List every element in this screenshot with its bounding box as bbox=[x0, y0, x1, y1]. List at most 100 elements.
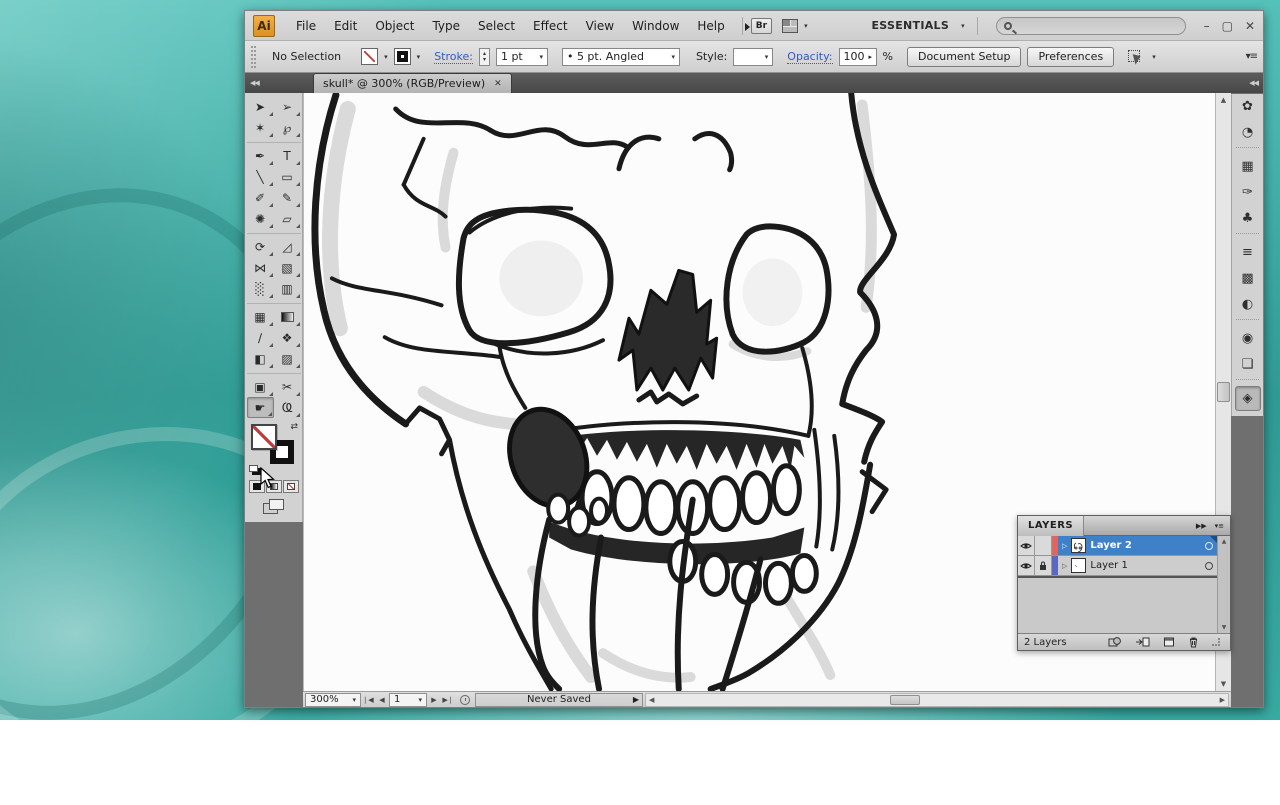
zoom-tool[interactable]: Ҩ bbox=[274, 397, 301, 418]
layers-panel-button[interactable]: ◈ bbox=[1235, 386, 1261, 411]
target-circle-icon[interactable] bbox=[1205, 562, 1213, 570]
close-button[interactable]: ✕ bbox=[1245, 19, 1255, 33]
save-status-field[interactable]: Never Saved ▶ bbox=[475, 693, 643, 707]
graphic-styles-panel-button[interactable]: ❏ bbox=[1235, 352, 1261, 377]
scroll-right-icon[interactable]: ▶ bbox=[1220, 696, 1225, 704]
next-artboard-button[interactable]: ▶ bbox=[427, 696, 441, 704]
panel-menu-icon[interactable]: ▾≡ bbox=[1215, 522, 1224, 530]
toolbar-collapse-bar[interactable]: ◀◀ bbox=[245, 73, 303, 93]
opacity-link[interactable]: Opacity: bbox=[787, 50, 832, 64]
menu-object[interactable]: Object bbox=[366, 15, 423, 37]
pencil-tool[interactable]: ✎ bbox=[274, 187, 301, 208]
visibility-toggle[interactable] bbox=[1018, 556, 1035, 575]
panel-resize-grip[interactable] bbox=[1212, 638, 1220, 646]
column-graph-tool[interactable]: ▥ bbox=[274, 278, 301, 299]
vertical-scroll-thumb[interactable] bbox=[1217, 382, 1230, 402]
horizontal-scroll-thumb[interactable] bbox=[890, 695, 920, 705]
lasso-tool[interactable]: ℘ bbox=[274, 117, 301, 138]
fill-color-swatch[interactable] bbox=[394, 48, 411, 65]
workspace-dropdown-icon[interactable]: ▾ bbox=[961, 22, 965, 30]
stroke-panel-button[interactable]: ≡ bbox=[1235, 240, 1261, 265]
paintbrush-tool[interactable]: ✐ bbox=[247, 187, 274, 208]
scroll-down-icon[interactable]: ▼ bbox=[1221, 677, 1226, 691]
scroll-left-icon[interactable]: ◀ bbox=[649, 696, 654, 704]
stroke-weight-link[interactable]: Stroke: bbox=[434, 50, 473, 64]
menu-effect[interactable]: Effect bbox=[524, 15, 577, 37]
layers-tab[interactable]: LAYERS bbox=[1018, 516, 1084, 536]
scale-tool[interactable]: ◿ bbox=[274, 236, 301, 257]
artboard-number-select[interactable]: 1▾ bbox=[389, 693, 427, 707]
search-input[interactable] bbox=[996, 17, 1186, 35]
horizontal-scrollbar[interactable]: ◀ ▶ bbox=[645, 693, 1229, 707]
none-button[interactable] bbox=[283, 480, 299, 493]
scroll-down-icon[interactable]: ▼ bbox=[1222, 624, 1227, 631]
appearance-panel-button[interactable]: ◉ bbox=[1235, 326, 1261, 351]
width-tool[interactable]: ⋈ bbox=[247, 257, 274, 278]
hand-tool[interactable]: ☛ bbox=[247, 397, 274, 418]
default-fill-stroke-icon[interactable] bbox=[249, 465, 258, 472]
gradient-panel-button[interactable]: ▩ bbox=[1235, 266, 1261, 291]
color-panel-button[interactable]: ✿ bbox=[1235, 94, 1261, 119]
expand-triangle-icon[interactable]: ▷ bbox=[1062, 542, 1067, 550]
select-similar-dropdown-icon[interactable]: ▾ bbox=[1152, 53, 1156, 61]
dock-collapse-bar[interactable]: ◀◀ bbox=[1231, 73, 1263, 93]
artboard-tool[interactable]: ▣ bbox=[247, 376, 274, 397]
layer-row-layer1[interactable]: ▷ Layer 1 bbox=[1018, 556, 1217, 576]
last-artboard-button[interactable]: ▶❘ bbox=[441, 696, 455, 704]
symbols-panel-button[interactable]: ♣ bbox=[1235, 206, 1261, 231]
minimize-button[interactable]: – bbox=[1204, 19, 1210, 33]
menu-edit[interactable]: Edit bbox=[325, 15, 366, 37]
stroke-swatch-dropdown-icon[interactable]: ▾ bbox=[384, 53, 388, 61]
layers-scrollbar[interactable]: ▲ ▼ bbox=[1217, 536, 1230, 633]
menu-window[interactable]: Window bbox=[623, 15, 688, 37]
scroll-up-icon[interactable]: ▲ bbox=[1221, 93, 1226, 107]
panel-grip[interactable] bbox=[251, 46, 256, 68]
swap-fill-stroke-icon[interactable]: ⇄ bbox=[290, 422, 298, 432]
document-setup-button[interactable]: Document Setup bbox=[907, 47, 1022, 67]
lock-toggle[interactable] bbox=[1035, 556, 1052, 575]
layer-thumbnail[interactable] bbox=[1071, 558, 1086, 573]
first-artboard-button[interactable]: ❘◀ bbox=[361, 696, 375, 704]
bridge-button[interactable]: Br bbox=[751, 18, 772, 34]
arrange-documents-dropdown-icon[interactable]: ▾ bbox=[804, 22, 808, 30]
color-guide-panel-button[interactable]: ◔ bbox=[1235, 120, 1261, 145]
brushes-panel-button[interactable]: ✑ bbox=[1235, 180, 1261, 205]
new-layer-icon[interactable] bbox=[1163, 636, 1175, 648]
document-tab[interactable]: skull* @ 300% (RGB/Preview) ✕ bbox=[313, 73, 512, 93]
rectangle-tool[interactable]: ▭ bbox=[274, 166, 301, 187]
layer-name[interactable]: Layer 2 bbox=[1090, 540, 1131, 551]
zoom-level-select[interactable]: 300%▾ bbox=[305, 693, 361, 707]
layer-thumbnail[interactable] bbox=[1071, 538, 1086, 553]
maximize-button[interactable]: ▢ bbox=[1222, 19, 1233, 33]
opacity-value[interactable]: 100▸ bbox=[839, 48, 877, 66]
layer-name[interactable]: Layer 1 bbox=[1090, 560, 1127, 571]
direct-selection-tool[interactable]: ➢ bbox=[274, 96, 301, 117]
drawing-modes-button[interactable] bbox=[263, 499, 285, 514]
mesh-tool[interactable]: ▦ bbox=[247, 306, 274, 327]
collapse-arrows-icon[interactable]: ◀◀ bbox=[1249, 79, 1258, 87]
blend-tool[interactable]: ❖ bbox=[274, 327, 301, 348]
type-tool[interactable]: T bbox=[274, 145, 301, 166]
live-paint-selection-tool[interactable]: ▨ bbox=[274, 348, 301, 369]
visibility-toggle[interactable] bbox=[1018, 536, 1035, 555]
menu-file[interactable]: File bbox=[287, 15, 325, 37]
eraser-tool[interactable]: ▱ bbox=[274, 208, 301, 229]
fill-swatch-dropdown-icon[interactable]: ▾ bbox=[417, 53, 421, 61]
status-flyout-icon[interactable]: ▶ bbox=[633, 695, 639, 704]
fill-indicator[interactable] bbox=[251, 424, 277, 450]
transparency-panel-button[interactable]: ◐ bbox=[1235, 292, 1261, 317]
lock-toggle[interactable] bbox=[1035, 536, 1052, 555]
swatches-panel-button[interactable]: ▦ bbox=[1235, 154, 1261, 179]
delete-layer-icon[interactable] bbox=[1188, 636, 1199, 648]
new-sublayer-icon[interactable] bbox=[1135, 636, 1150, 648]
layer-row-layer2[interactable]: ▷ Layer 2 bbox=[1018, 536, 1217, 556]
blob-brush-tool[interactable]: ✺ bbox=[247, 208, 274, 229]
stroke-weight-stepper[interactable]: ▴▾ bbox=[479, 48, 490, 66]
control-panel-menu-icon[interactable]: ▾≡ bbox=[1246, 51, 1257, 62]
rotate-tool[interactable]: ⟳ bbox=[247, 236, 274, 257]
collapse-arrows-icon[interactable]: ◀◀ bbox=[250, 79, 259, 87]
eyedropper-tool[interactable]: ∕ bbox=[247, 327, 274, 348]
gradient-tool[interactable] bbox=[274, 306, 301, 327]
select-similar-icon[interactable] bbox=[1126, 49, 1146, 65]
menu-help[interactable]: Help bbox=[688, 15, 733, 37]
